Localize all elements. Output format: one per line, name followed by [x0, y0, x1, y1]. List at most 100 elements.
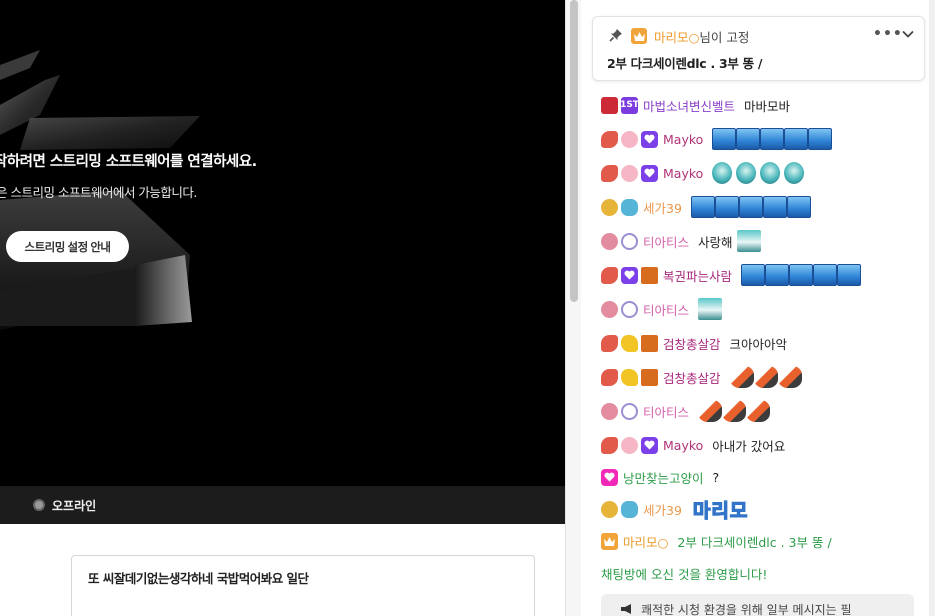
chat-message[interactable]: 낭만찾는고양이 ?: [601, 462, 929, 492]
chat-nickname[interactable]: 세가39: [643, 198, 682, 217]
chat-nickname[interactable]: Mayko: [663, 438, 703, 453]
chat-nickname[interactable]: Mayko: [663, 132, 703, 147]
broadcast-notice-box[interactable]: 또 씨잘데기없는생각하네 국밥먹어봐요 일단: [71, 555, 535, 616]
emote-icon: [765, 264, 790, 286]
chat-nickname[interactable]: 세가39: [643, 500, 682, 519]
emote-icon: [762, 196, 787, 218]
sushi-emote-icon: [722, 400, 747, 422]
heart-badge-icon: [641, 130, 658, 148]
chat-message[interactable]: 세가39: [601, 190, 929, 224]
crown-icon: [601, 532, 618, 550]
broadcast-status-bar: 오프라인: [0, 486, 565, 524]
connect-title: 작하려면 스트리밍 소프트웨어를 연결하세요.: [0, 154, 257, 170]
more-options-icon[interactable]: •••: [873, 26, 903, 42]
chat-message[interactable]: 티아티스: [601, 394, 929, 428]
pinned-label: 님이 고정: [699, 30, 750, 45]
rose-badge-icon: [601, 300, 618, 318]
chat-nickname[interactable]: 마법소녀변신벨트: [643, 96, 735, 115]
chat-text: 마바모바: [744, 98, 791, 114]
heart-badge-icon: [641, 436, 658, 454]
fish-badge-icon: [601, 130, 618, 148]
chat-text: 2부 다크세이렌dlc . 3부 똥 /: [677, 534, 832, 550]
chat-text: 아내가 갔어요: [712, 438, 786, 454]
ring-badge-icon: [621, 402, 638, 420]
rose-badge-icon: [601, 232, 618, 250]
pig-badge-icon: [621, 164, 638, 182]
emote-icon: [813, 264, 838, 286]
first-rank-badge-icon: 1ST: [620, 96, 639, 114]
pinned-message[interactable]: 마리모○님이 고정 ••• 2부 다크세이렌dlc . 3부 똥 /: [592, 16, 925, 81]
ring-badge-icon: [621, 300, 638, 318]
chat-message[interactable]: 세가39 마리모: [601, 492, 929, 526]
offline-dot-icon: [33, 499, 45, 511]
fish-badge-icon: [601, 368, 618, 386]
sushi-emote-icon: [753, 366, 778, 388]
emote-icon: [784, 162, 805, 184]
chevron-down-icon[interactable]: [902, 28, 914, 40]
chat-message[interactable]: 티아티스 사랑해: [601, 224, 929, 258]
chat-message[interactable]: 마리모○ 2부 다크세이렌dlc . 3부 똥 /: [601, 526, 929, 556]
welcome-row: 채팅방에 오신 것을 환영합니다!: [601, 556, 929, 590]
pig-badge-icon: [621, 130, 638, 148]
medal-badge-icon: [601, 198, 618, 216]
chat-nickname[interactable]: 티아티스: [643, 300, 689, 319]
chat-message[interactable]: 복권파는사람: [601, 258, 929, 292]
chat-nickname[interactable]: 티아티스: [643, 232, 689, 251]
heart-badge-icon: [621, 266, 638, 284]
video-player[interactable]: 작하려면 스트리밍 소프트웨어를 연결하세요. 은 스트리밍 소프트웨어에서 가…: [0, 0, 565, 486]
emote-icon: [714, 196, 739, 218]
chat-message[interactable]: 1ST 마법소녀변신벨트 마바모바: [601, 88, 929, 122]
chat-message[interactable]: Mayko 아내가 갔어요: [601, 428, 929, 462]
emote-icon: [736, 128, 761, 150]
pig-badge-icon: [621, 436, 638, 454]
emote-icon: [690, 196, 715, 218]
tube-badge-icon: [641, 266, 658, 284]
chat-nickname[interactable]: 검창총살감: [663, 334, 721, 353]
pinned-author[interactable]: 마리모○: [654, 30, 699, 45]
chat-nickname[interactable]: 낭만찾는고양이: [623, 468, 704, 487]
fish-badge-icon: [601, 334, 618, 352]
tube-badge-icon: [641, 334, 658, 352]
megaphone-icon: [621, 604, 631, 614]
emote-icon: [698, 298, 723, 320]
scrollbar-thumb[interactable]: [570, 0, 578, 302]
emote-icon: [760, 162, 781, 184]
chat-message[interactable]: 검창총살감 크아아아악: [601, 326, 929, 360]
ring-badge-icon: [621, 232, 638, 250]
streaming-setup-button[interactable]: 스트리밍 설정 안내: [6, 231, 129, 262]
emote-icon: [712, 128, 737, 150]
chat-message[interactable]: 티아티스: [601, 292, 929, 326]
emote-icon: [784, 128, 809, 150]
shield-badge-icon: [601, 96, 618, 114]
filter-notice-text: 쾌적한 시청 환경을 위해 일부 메시지는 필: [641, 602, 852, 616]
cheese-badge-icon: [621, 334, 638, 352]
emote-icon: [738, 196, 763, 218]
status-label: 오프라인: [52, 498, 97, 513]
chat-nickname[interactable]: 복권파는사람: [663, 266, 732, 285]
broadcast-info: 또 씨잘데기없는생각하네 국밥먹어봐요 일단: [0, 524, 565, 616]
rose-badge-icon: [601, 402, 618, 420]
sushi-emote-icon: [698, 400, 723, 422]
page-scrollbar[interactable]: [565, 0, 581, 616]
chat-message[interactable]: Mayko: [601, 122, 929, 156]
chat-text: ?: [712, 469, 720, 485]
chat-nickname[interactable]: 검창총살감: [663, 368, 721, 387]
fish-badge-icon: [601, 164, 618, 182]
medal-badge-icon: [601, 500, 618, 518]
chat-message[interactable]: Mayko: [601, 156, 929, 190]
chat-text: 사랑해: [698, 234, 733, 250]
chat-nickname[interactable]: 티아티스: [643, 402, 689, 421]
chat-panel: 마리모○님이 고정 ••• 2부 다크세이렌dlc . 3부 똥 / 1ST 마…: [581, 0, 929, 616]
marimo-emote: 마리모: [692, 499, 749, 522]
heart-badge-icon: [601, 468, 618, 486]
emote-icon: [808, 128, 833, 150]
chat-message[interactable]: 검창총살감: [601, 360, 929, 394]
emote-icon: [736, 162, 757, 184]
pinned-text: 2부 다크세이렌dlc . 3부 똥 /: [607, 56, 763, 71]
pin-icon: [609, 29, 622, 42]
chat-nickname[interactable]: 마리모○: [623, 532, 668, 551]
emote-icon: [712, 162, 733, 184]
chat-scrollbar-track[interactable]: [929, 0, 935, 616]
emote-icon: [741, 264, 766, 286]
chat-nickname[interactable]: Mayko: [663, 166, 703, 181]
